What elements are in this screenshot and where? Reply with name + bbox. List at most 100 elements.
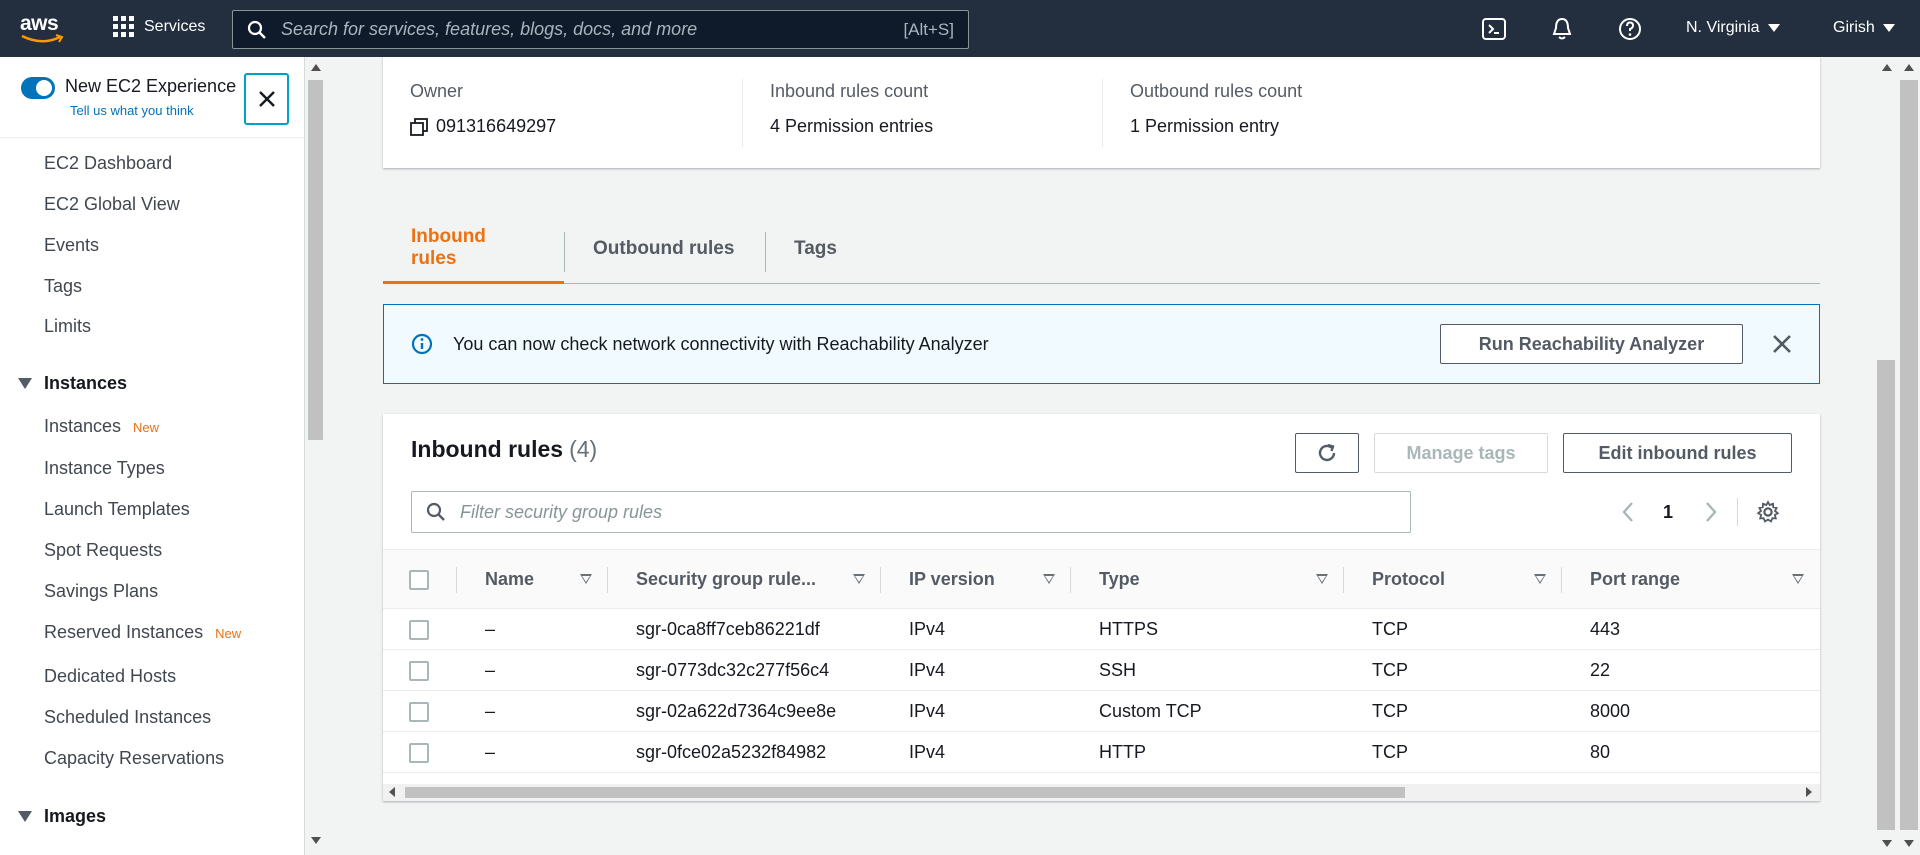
tab-tags[interactable]: Tags [766,214,865,284]
search-shortcut: [Alt+S] [903,19,954,39]
new-badge: New [133,420,160,435]
chevron-left-icon[interactable] [1621,501,1635,523]
sidebar-item-capacity-reservations[interactable]: Capacity Reservations [44,748,224,769]
new-experience-toggle[interactable] [21,77,55,99]
scroll-down-icon[interactable] [1904,840,1914,847]
close-icon[interactable] [1771,333,1793,355]
row-checkbox[interactable] [409,619,429,640]
inbound-count-value: 4 Permission entries [770,116,934,136]
sort-icon[interactable] [1534,574,1546,584]
sidebar-item-launch-templates[interactable]: Launch Templates [44,499,190,520]
table-scrollbar-thumb[interactable] [405,787,1405,798]
inbound-count-field: Inbound rules count 4 Permission entries [770,81,933,137]
region-selector[interactable]: N. Virginia [1686,19,1780,37]
sidebar-item-scheduled-instances[interactable]: Scheduled Instances [44,707,211,728]
aws-smile-icon [21,34,64,43]
services-menu[interactable]: Services [113,16,205,37]
row-checkbox[interactable] [409,701,429,722]
row-checkbox[interactable] [409,660,429,681]
gear-icon[interactable] [1756,500,1780,524]
column-header-type[interactable]: Type [1071,550,1344,609]
content-scrollbar-thumb[interactable] [1877,360,1895,830]
main-content: Owner 091316649297 Inbound rules count 4… [327,57,1875,855]
table-row[interactable]: – sgr-0ca8ff7ceb86221df IPv4 HTTPS TCP 4… [383,609,1820,650]
scroll-up-icon[interactable] [1904,64,1914,71]
close-icon [258,91,275,107]
cell-name: – [485,741,496,762]
sort-icon[interactable] [1316,574,1328,584]
sidebar-item-tags[interactable]: Tags [44,276,82,297]
scroll-down-icon[interactable] [311,837,321,844]
sidebar-section-instances[interactable]: Instances [18,373,127,394]
scroll-left-icon[interactable] [389,787,395,797]
sidebar-item-savings-plans[interactable]: Savings Plans [44,581,158,602]
column-header-protocol[interactable]: Protocol [1344,550,1562,609]
sidebar-item-limits[interactable]: Limits [44,316,91,337]
row-checkbox[interactable] [409,742,429,763]
divider [1102,79,1103,147]
outbound-count-label: Outbound rules count [1130,81,1303,101]
sidebar-item-instances[interactable]: Instances New [44,416,159,437]
column-label: Name [485,568,535,589]
scroll-down-icon[interactable] [1882,840,1892,847]
sort-icon[interactable] [580,574,592,584]
scroll-up-icon[interactable] [1882,64,1892,71]
inbound-count-label: Inbound rules count [770,81,929,101]
new-badge: New [215,626,242,641]
table-row[interactable]: – sgr-0fce02a5232f84982 IPv4 HTTP TCP 80 [383,732,1820,773]
sidebar-item-events[interactable]: Events [44,235,99,256]
sidebar-item-spot-requests[interactable]: Spot Requests [44,540,162,561]
owner-field: Owner 091316649297 [410,81,556,137]
page-number[interactable]: 1 [1663,502,1673,523]
tab-inbound-rules[interactable]: Inbound rules [383,214,564,284]
sidebar-section-label: Instances [44,373,128,393]
feedback-link[interactable]: Tell us what you think [70,103,194,118]
cloudshell-icon[interactable] [1481,16,1507,42]
cell-rule-id: sgr-0ca8ff7ceb86221df [636,618,820,639]
cell-rule-id: sgr-0773dc32c277f56c4 [636,659,830,680]
sidebar-item-instance-types[interactable]: Instance Types [44,458,165,479]
owner-value-row: 091316649297 [410,116,556,137]
scroll-right-icon[interactable] [1806,787,1812,797]
table-row[interactable]: – sgr-0773dc32c277f56c4 IPv4 SSH TCP 22 [383,650,1820,691]
sidebar-scrollbar-thumb[interactable] [308,80,323,440]
column-header-rule-id[interactable]: Security group rule... [608,550,881,609]
copy-icon[interactable] [410,117,428,136]
bell-icon[interactable] [1549,16,1575,42]
chevron-right-icon[interactable] [1704,501,1718,523]
table-row[interactable]: – sgr-02a622d7364c9ee8e IPv4 Custom TCP … [383,691,1820,732]
scroll-up-icon[interactable] [311,64,321,71]
sidebar-item-dedicated-hosts[interactable]: Dedicated Hosts [44,666,176,687]
cell-name: – [485,659,496,680]
run-reachability-analyzer-button[interactable]: Run Reachability Analyzer [1440,324,1743,364]
sort-icon[interactable] [1792,574,1804,584]
column-label: Protocol [1372,568,1446,589]
global-search-input[interactable]: Search for services, features, blogs, do… [232,10,969,49]
refresh-button[interactable] [1295,433,1359,473]
sort-icon[interactable] [853,574,865,584]
search-icon [247,20,266,39]
sort-icon[interactable] [1043,574,1055,584]
divider [0,137,304,138]
cell-protocol: TCP [1372,659,1408,680]
tab-outbound-rules[interactable]: Outbound rules [565,214,762,284]
column-header-port-range[interactable]: Port range [1562,550,1820,609]
sidebar-item-ec2-dashboard[interactable]: EC2 Dashboard [44,153,172,174]
sidebar-item-reserved-instances[interactable]: Reserved Instances New [44,622,241,643]
aws-logo[interactable]: aws [20,12,70,48]
table-horizontal-scrollbar[interactable] [383,784,1820,801]
search-icon [426,502,445,521]
page-scrollbar-thumb[interactable] [1900,80,1918,830]
select-all-checkbox[interactable] [409,569,429,590]
close-sidebar-button[interactable] [244,73,289,125]
divider [1737,498,1738,526]
filter-rules-input[interactable]: Filter security group rules [411,491,1411,533]
sidebar-section-images[interactable]: Images [18,806,106,827]
manage-tags-button[interactable]: Manage tags [1374,433,1548,473]
sidebar-item-ec2-global-view[interactable]: EC2 Global View [44,194,180,215]
help-icon[interactable] [1617,16,1643,42]
user-menu[interactable]: Girish [1833,19,1895,37]
edit-inbound-rules-button[interactable]: Edit inbound rules [1563,433,1792,473]
column-header-name[interactable]: Name [457,550,608,609]
column-header-ip-version[interactable]: IP version [881,550,1071,609]
